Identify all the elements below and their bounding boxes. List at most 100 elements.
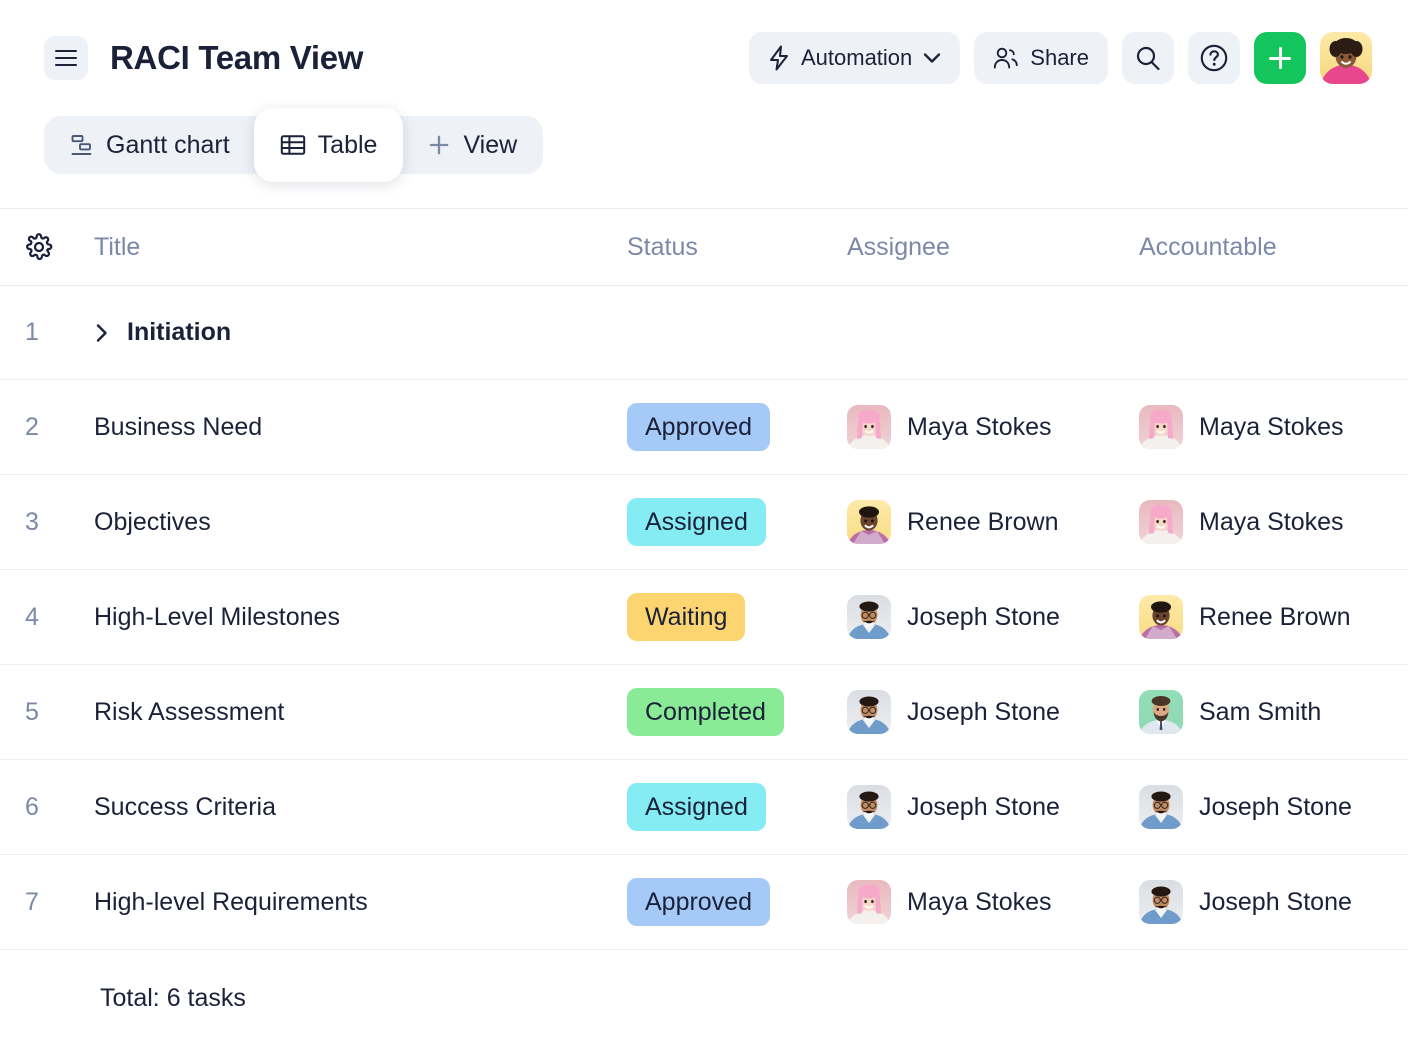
table-row[interactable]: 7 High-level Requirements Approved Maya …: [0, 855, 1408, 950]
row-assignee-cell[interactable]: Maya Stokes: [847, 405, 1139, 449]
status-badge[interactable]: Completed: [627, 688, 784, 736]
joseph-stone-avatar: [847, 595, 891, 639]
people-icon: [993, 46, 1019, 70]
tab-table-label: Table: [317, 130, 378, 159]
row-assignee-cell[interactable]: Renee Brown: [847, 500, 1139, 544]
joseph-stone-avatar: [1139, 880, 1183, 924]
table-icon: [280, 133, 306, 157]
hamburger-menu-icon: [55, 45, 77, 70]
table-group-row[interactable]: 1 Initiation: [0, 286, 1408, 380]
row-title[interactable]: Risk Assessment: [94, 698, 627, 727]
row-number: 2: [25, 412, 39, 441]
status-badge[interactable]: Assigned: [627, 498, 766, 546]
add-button[interactable]: [1254, 32, 1306, 84]
accountable-name: Renee Brown: [1199, 602, 1351, 631]
row-accountable-cell[interactable]: Maya Stokes: [1139, 500, 1408, 544]
status-badge[interactable]: Approved: [627, 403, 771, 451]
gantt-chart-icon: [70, 133, 94, 157]
hamburger-menu-button[interactable]: [44, 36, 88, 80]
sam-smith-avatar: [1139, 690, 1183, 734]
table-row[interactable]: 3 Objectives Assigned Renee Brown Maya S…: [0, 475, 1408, 570]
help-button[interactable]: [1188, 32, 1240, 84]
row-title[interactable]: High-level Requirements: [94, 888, 627, 917]
maya-stokes-avatar: [1139, 500, 1183, 544]
tab-add-view[interactable]: View: [401, 116, 543, 174]
row-accountable-cell[interactable]: Joseph Stone: [1139, 785, 1408, 829]
tab-gantt-chart[interactable]: Gantt chart: [44, 116, 256, 174]
row-assignee-cell[interactable]: Joseph Stone: [847, 595, 1139, 639]
maya-stokes-avatar: [1139, 405, 1183, 449]
app-window: RACI Team View Automation Share Gantt ch…: [0, 0, 1408, 1040]
row-assignee-cell[interactable]: Maya Stokes: [847, 880, 1139, 924]
tab-table[interactable]: Table: [253, 108, 404, 182]
share-label: Share: [1030, 45, 1089, 70]
lightning-bolt-icon: [768, 45, 790, 71]
row-accountable-cell[interactable]: Renee Brown: [1139, 595, 1408, 639]
row-number: 5: [25, 697, 39, 726]
maya-stokes-avatar: [847, 880, 891, 924]
table-row[interactable]: 2 Business Need Approved Maya Stokes May…: [0, 380, 1408, 475]
group-title: Initiation: [94, 318, 231, 347]
table-row[interactable]: 6 Success Criteria Assigned Joseph Stone: [0, 760, 1408, 855]
assignee-name: Renee Brown: [907, 507, 1059, 536]
row-number: 6: [25, 792, 39, 821]
table-row[interactable]: 5 Risk Assessment Completed Joseph Stone: [0, 665, 1408, 760]
status-badge[interactable]: Assigned: [627, 783, 766, 831]
task-table: Title Status Assignee Accountable 1 Init…: [0, 208, 1408, 1040]
group-title-cell: Initiation: [94, 318, 627, 347]
row-title[interactable]: High-Level Milestones: [94, 603, 627, 632]
assignee-name: Joseph Stone: [907, 792, 1060, 821]
row-status-cell: Assigned: [627, 498, 847, 546]
renee-brown-avatar: [847, 500, 891, 544]
chevron-right-icon[interactable]: [94, 321, 110, 345]
plus-icon: [427, 133, 451, 157]
table-row[interactable]: 4 High-Level Milestones Waiting Joseph S…: [0, 570, 1408, 665]
row-status-cell: Completed: [627, 688, 847, 736]
column-header-assignee[interactable]: Assignee: [847, 233, 1139, 262]
user-avatar[interactable]: [1320, 32, 1372, 84]
row-assignee-cell[interactable]: Joseph Stone: [847, 690, 1139, 734]
plus-icon: [1269, 47, 1291, 69]
status-badge[interactable]: Approved: [627, 878, 771, 926]
tab-add-view-label: View: [463, 130, 518, 159]
chevron-down-icon: [923, 52, 941, 64]
table-settings-button[interactable]: [0, 232, 94, 262]
tab-gantt-chart-label: Gantt chart: [106, 130, 230, 159]
group-title-label: Initiation: [127, 318, 232, 346]
row-number: 1: [25, 318, 39, 346]
row-title[interactable]: Success Criteria: [94, 793, 627, 822]
page-title: RACI Team View: [110, 39, 364, 76]
row-title[interactable]: Business Need: [94, 413, 627, 442]
accountable-name: Maya Stokes: [1199, 412, 1344, 441]
column-header-title[interactable]: Title: [94, 233, 627, 262]
top-bar-actions: Automation Share: [748, 32, 1372, 84]
total-tasks-label: Total: 6 tasks: [100, 983, 246, 1012]
maya-stokes-avatar: [847, 405, 891, 449]
table-body: 2 Business Need Approved Maya Stokes May…: [0, 380, 1408, 950]
accountable-name: Maya Stokes: [1199, 507, 1344, 536]
search-button[interactable]: [1122, 32, 1174, 84]
automation-label: Automation: [800, 45, 913, 70]
row-status-cell: Assigned: [627, 783, 847, 831]
joseph-stone-avatar: [1139, 785, 1183, 829]
assignee-name: Maya Stokes: [907, 887, 1052, 916]
row-assignee-cell[interactable]: Joseph Stone: [847, 785, 1139, 829]
gear-icon: [24, 232, 54, 262]
column-header-status[interactable]: Status: [627, 233, 847, 262]
joseph-stone-avatar: [847, 785, 891, 829]
row-number: 4: [25, 602, 39, 631]
automation-button[interactable]: Automation: [748, 32, 961, 84]
view-tab-group: Gantt chart Table View: [44, 108, 544, 182]
row-accountable-cell[interactable]: Maya Stokes: [1139, 405, 1408, 449]
row-title[interactable]: Objectives: [94, 508, 627, 537]
row-accountable-cell[interactable]: Joseph Stone: [1139, 880, 1408, 924]
row-accountable-cell[interactable]: Sam Smith: [1139, 690, 1408, 734]
share-button[interactable]: Share: [974, 32, 1108, 84]
accountable-name: Joseph Stone: [1199, 792, 1352, 821]
view-tab-bar: Gantt chart Table View: [0, 108, 1408, 208]
assignee-name: Maya Stokes: [907, 412, 1052, 441]
status-badge[interactable]: Waiting: [627, 593, 746, 641]
accountable-name: Sam Smith: [1199, 697, 1322, 726]
top-bar: RACI Team View Automation Share: [0, 0, 1408, 116]
column-header-accountable[interactable]: Accountable: [1139, 233, 1408, 262]
